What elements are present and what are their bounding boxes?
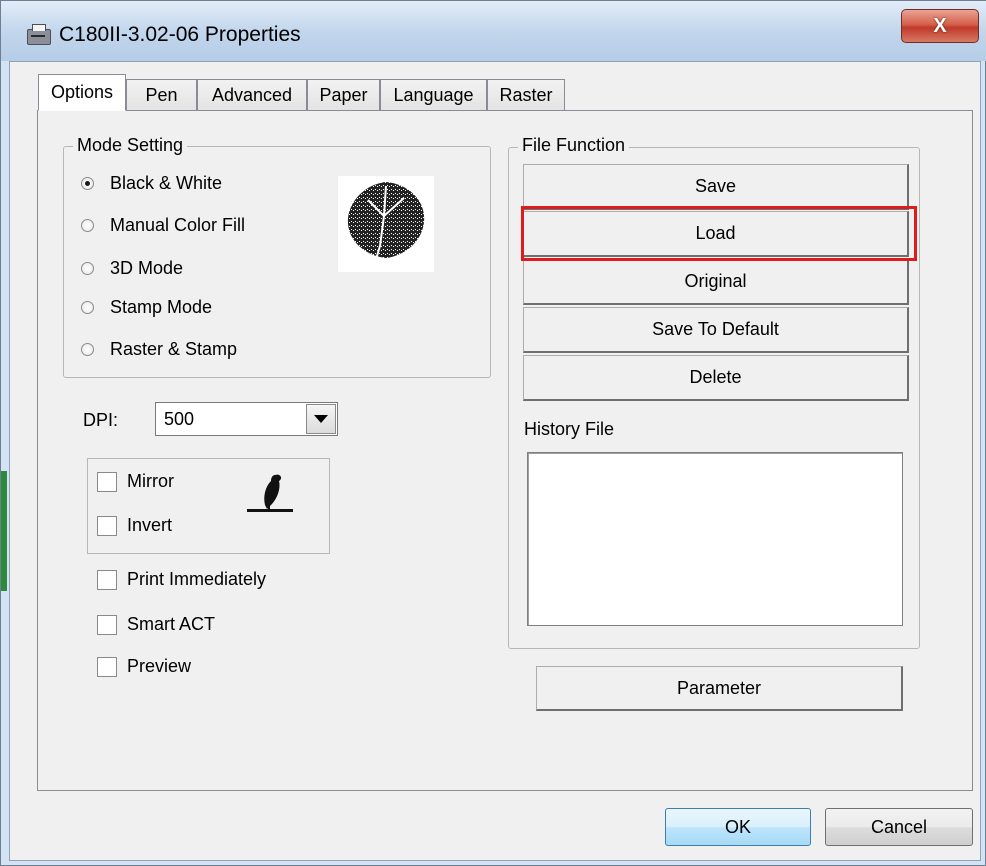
tab-pen[interactable]: Pen <box>126 79 197 111</box>
tab-language[interactable]: Language <box>380 79 487 111</box>
radio-button[interactable] <box>81 343 94 356</box>
checkbox[interactable] <box>97 656 117 677</box>
checkbox-preview[interactable]: Preview <box>97 656 191 677</box>
radio-label: Stamp Mode <box>110 297 213 317</box>
radio-label: Black & White <box>110 173 223 193</box>
checkbox-label: Preview <box>127 656 192 676</box>
checkbox-invert[interactable]: Invert <box>97 515 172 536</box>
close-button[interactable]: X <box>901 9 979 43</box>
radio-manual-color-fill[interactable]: Manual Color Fill <box>81 215 245 236</box>
radio-label: 3D Mode <box>110 258 184 278</box>
checkbox-label: Mirror <box>127 471 174 491</box>
cancel-button[interactable]: Cancel <box>825 808 973 846</box>
history-file-list[interactable] <box>527 452 903 626</box>
window-title: C180II-3.02-06 Properties <box>59 23 301 46</box>
load-button[interactable]: Load <box>523 211 909 257</box>
chevron-down-icon[interactable] <box>306 404 336 434</box>
checkbox-smart-act[interactable]: Smart ACT <box>97 614 215 635</box>
dpi-select[interactable]: 500 <box>155 402 338 436</box>
radio-button[interactable] <box>81 219 94 232</box>
checkbox[interactable] <box>97 515 117 536</box>
tab-raster[interactable]: Raster <box>487 79 565 111</box>
bird-silhouette-icon <box>243 471 295 519</box>
save-button[interactable]: Save <box>523 164 909 210</box>
checkbox-print-immediately[interactable]: Print Immediately <box>97 569 266 590</box>
mode-setting-title: Mode Setting <box>73 135 188 156</box>
radio-raster-stamp[interactable]: Raster & Stamp <box>81 339 237 360</box>
tab-advanced[interactable]: Advanced <box>197 79 307 111</box>
tab-options[interactable]: Options <box>38 74 126 111</box>
background-window-edge <box>1 471 7 591</box>
checkbox-label: Invert <box>127 515 173 535</box>
leaf-image-icon <box>338 176 434 272</box>
checkbox[interactable] <box>97 614 117 635</box>
properties-window: C180II-3.02-06 Properties X Options Pen … <box>0 0 986 866</box>
tab-paper[interactable]: Paper <box>307 79 380 111</box>
original-button[interactable]: Original <box>523 259 909 305</box>
checkbox[interactable] <box>97 471 117 492</box>
delete-button[interactable]: Delete <box>523 355 909 401</box>
title-bar[interactable]: C180II-3.02-06 Properties X <box>1 1 986 61</box>
radio-black-white[interactable]: Black & White <box>81 173 222 194</box>
file-function-title: File Function <box>518 135 630 156</box>
checkbox-mirror[interactable]: Mirror <box>97 471 174 492</box>
radio-button[interactable] <box>81 301 94 314</box>
history-file-label: History File <box>524 419 615 439</box>
printer-icon <box>27 24 51 45</box>
radio-button[interactable] <box>81 262 94 275</box>
radio-stamp-mode[interactable]: Stamp Mode <box>81 297 212 318</box>
save-to-default-button[interactable]: Save To Default <box>523 307 909 353</box>
radio-label: Raster & Stamp <box>110 339 238 359</box>
checkbox-label: Print Immediately <box>127 569 267 589</box>
dpi-value: 500 <box>164 408 195 429</box>
radio-label: Manual Color Fill <box>110 215 246 235</box>
ok-button[interactable]: OK <box>665 808 811 846</box>
radio-3d-mode[interactable]: 3D Mode <box>81 258 183 279</box>
checkbox[interactable] <box>97 569 117 590</box>
dpi-label: DPI: <box>83 410 119 430</box>
parameter-button[interactable]: Parameter <box>536 666 903 711</box>
checkbox-label: Smart ACT <box>127 614 216 634</box>
radio-button[interactable] <box>81 177 94 190</box>
